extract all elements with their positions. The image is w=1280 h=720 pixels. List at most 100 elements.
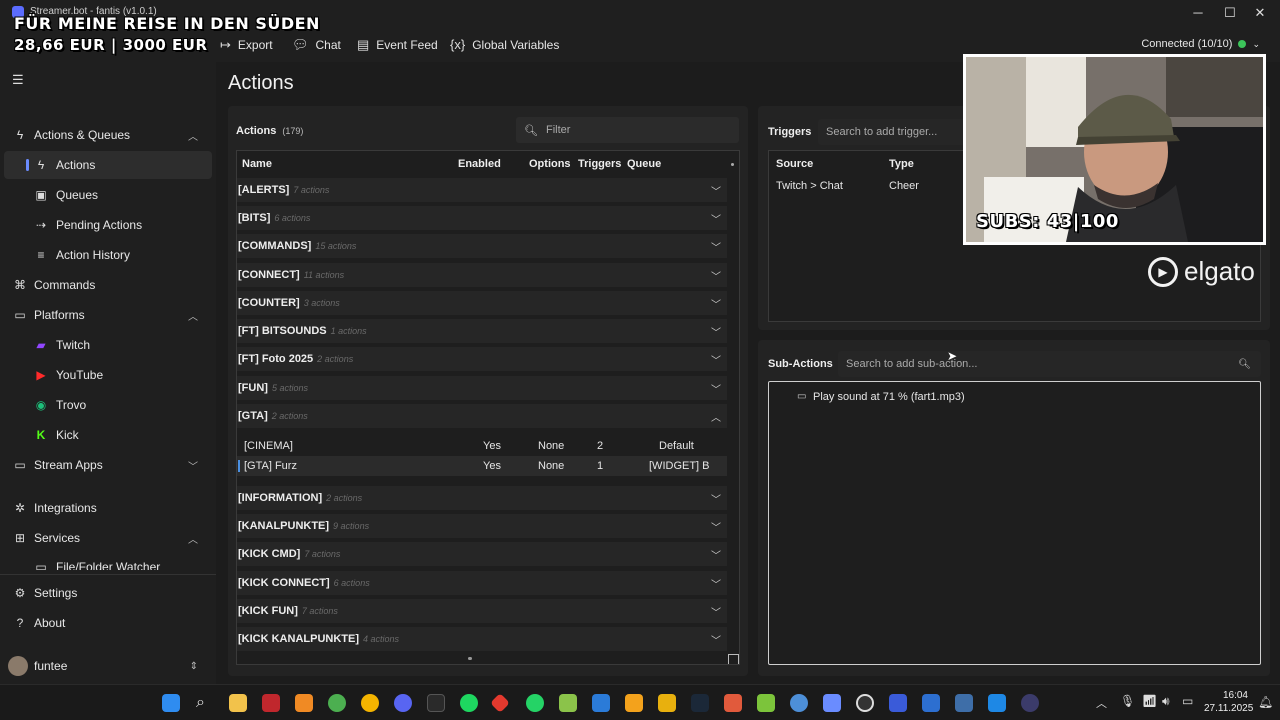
column-header-name[interactable]: Name xyxy=(242,158,272,170)
maximize-button[interactable]: ☐ xyxy=(1220,4,1240,22)
sidebar-item-trovo[interactable]: ◉ Trovo xyxy=(0,391,212,419)
vlc-icon[interactable] xyxy=(295,694,313,712)
app-a-icon[interactable] xyxy=(625,694,643,712)
action-group-row[interactable]: [FT] Foto 2025 2 actions ﹀ xyxy=(237,347,727,371)
column-header-source[interactable]: Source xyxy=(776,158,813,170)
app-drop-icon[interactable] xyxy=(790,694,808,712)
action-group-row[interactable]: [CONNECT] 11 actions ﹀ xyxy=(237,263,727,287)
whatsapp-icon[interactable] xyxy=(526,694,544,712)
column-header-triggers[interactable]: Triggers xyxy=(578,158,621,170)
action-group-row[interactable]: [COUNTER] 3 actions ﹀ xyxy=(237,291,727,315)
sidebar-item-pending-actions[interactable]: ⇢ Pending Actions xyxy=(0,211,212,239)
sidebar-item-kick[interactable]: K Kick xyxy=(0,421,212,449)
chevron-down-icon: ﹀ xyxy=(711,636,721,647)
column-header-enabled[interactable]: Enabled xyxy=(458,158,501,170)
sidebar-item-stream-apps[interactable]: ▭ Stream Apps ﹀ xyxy=(0,451,212,479)
table-row-selected[interactable]: [GTA] Furz Yes None 1 [WIDGET] B xyxy=(237,456,727,476)
group-count: 11 actions xyxy=(303,270,345,280)
filezilla-icon[interactable] xyxy=(262,694,280,712)
chat-button[interactable]: 💬︎ Chat xyxy=(292,37,341,53)
app-network-icon[interactable] xyxy=(823,694,841,712)
event-feed-button[interactable]: ▤ Event Feed xyxy=(357,37,438,53)
sidebar-item-file-folder-watcher[interactable]: ▭ File/Folder Watcher xyxy=(0,556,212,570)
column-header-queue[interactable]: Queue xyxy=(627,158,661,170)
action-options: None xyxy=(538,440,565,452)
minimize-button[interactable]: ─ xyxy=(1188,4,1208,22)
search-icon[interactable]: ⌕ xyxy=(196,694,214,712)
volume-icon[interactable]: 🔊︎ xyxy=(1162,694,1170,709)
export-button[interactable]: ↦ Export xyxy=(220,37,273,53)
obs-icon[interactable] xyxy=(856,694,874,712)
wifi-icon[interactable]: 📶︎ xyxy=(1142,694,1157,708)
action-group-row[interactable]: [KICK KANALPUNKTE] 4 actions ﹀ xyxy=(237,627,727,651)
clock[interactable]: 16:04 27.11.2025 xyxy=(1204,689,1253,715)
discord-icon[interactable] xyxy=(394,694,412,712)
sidebar-item-about[interactable]: ? About xyxy=(0,609,212,637)
action-group-row[interactable]: [COMMANDS] 15 actions ﹀ xyxy=(237,234,727,258)
action-group-row[interactable]: [KICK CONNECT] 6 actions ﹀ xyxy=(237,571,727,595)
sidebar-item-twitch[interactable]: ▰ Twitch xyxy=(0,331,212,359)
action-group-row[interactable]: [KANALPUNKTE] 9 actions ﹀ xyxy=(237,514,727,538)
app-diamond-icon[interactable] xyxy=(490,693,510,713)
action-group-row[interactable]: [BITS] 6 actions ﹀ xyxy=(237,206,727,230)
notepad-icon[interactable] xyxy=(559,694,577,712)
global-variables-button[interactable]: {x} Global Variables xyxy=(450,37,559,52)
scrollbar-handle-icon[interactable] xyxy=(731,163,734,166)
hamburger-menu-icon[interactable]: ☰ xyxy=(12,72,24,88)
sidebar-item-platforms[interactable]: ▭ Platforms ︿ xyxy=(0,301,212,329)
sidebar-item-commands[interactable]: ⌘ Commands xyxy=(0,271,212,299)
chrome-profile-icon[interactable] xyxy=(361,694,379,712)
app-x-icon[interactable] xyxy=(724,694,742,712)
vscode-icon[interactable] xyxy=(592,694,610,712)
app-audio-icon[interactable] xyxy=(955,694,973,712)
column-header-options[interactable]: Options xyxy=(529,158,571,170)
subaction-label: Play sound at 71 % (fart1.mp3) xyxy=(813,391,965,403)
filter-placeholder: Filter xyxy=(545,124,571,136)
microphone-icon[interactable]: 🎙︎ xyxy=(1120,694,1135,708)
steam-icon[interactable] xyxy=(691,694,709,712)
trigger-search-input[interactable]: Search to add trigger... xyxy=(818,119,966,145)
table-row[interactable]: [CINEMA] Yes None 2 Default xyxy=(237,436,727,456)
list-item[interactable]: ▭ Play sound at 71 % (fart1.mp3) xyxy=(769,387,1259,407)
resize-grip-icon[interactable] xyxy=(728,654,739,664)
app-cube-icon[interactable] xyxy=(757,694,775,712)
connection-status[interactable]: Connected (10/10) ⌄ xyxy=(1141,38,1260,50)
streamerbot-icon[interactable] xyxy=(889,694,907,712)
action-group-row[interactable]: [KICK CMD] 7 actions ﹀ xyxy=(237,542,727,566)
actions-filter-input[interactable]: 🔍︎ Filter xyxy=(516,117,739,143)
sidebar-item-action-history[interactable]: ≡ Action History xyxy=(0,241,212,269)
action-group-row-expanded[interactable]: [GTA] 2 actions ︿ xyxy=(237,404,727,428)
action-triggers: 1 xyxy=(597,460,604,472)
sidebar-item-actions[interactable]: ϟ Actions xyxy=(4,151,212,179)
spotify-icon[interactable] xyxy=(460,694,478,712)
subaction-search-input[interactable]: Search to add sub-action... 🔍︎ xyxy=(838,351,1261,377)
sidebar-item-queues[interactable]: ▣ Queues xyxy=(0,181,212,209)
tray-chevron-up-icon[interactable]: ︿ xyxy=(1096,695,1107,711)
sidebar-item-youtube[interactable]: ▶ YouTube xyxy=(0,361,212,389)
action-group-row[interactable]: [KICK FUN] 7 actions ﹀ xyxy=(237,599,727,623)
action-group-row[interactable]: [FUN] 5 actions ﹀ xyxy=(237,376,727,400)
page-title: Actions xyxy=(228,72,294,94)
sidebar-item-settings[interactable]: ⚙ Settings xyxy=(0,579,212,607)
column-header-type[interactable]: Type xyxy=(889,158,914,170)
sidebar-item-integrations[interactable]: ✲ Integrations xyxy=(0,494,212,522)
notification-bell-icon[interactable]: 🔔︎ xyxy=(1258,695,1273,709)
user-name: funtee xyxy=(34,659,68,673)
sidebar-item-actions-queues[interactable]: ϟ Actions & Queues ︿ xyxy=(0,121,212,149)
app-blue-icon[interactable] xyxy=(988,694,1006,712)
battery-icon[interactable]: ▭ xyxy=(1182,694,1193,708)
user-menu[interactable]: funtee ⇕ xyxy=(0,652,212,680)
rockstar-icon[interactable] xyxy=(658,694,676,712)
action-group-row[interactable]: [FT] BITSOUNDS 1 actions ﹀ xyxy=(237,319,727,343)
file-explorer-icon[interactable] xyxy=(229,694,247,712)
sidebar-item-services[interactable]: ⊞ Services ︿ xyxy=(0,524,212,552)
action-group-row[interactable]: [ALERTS] 7 actions ﹀ xyxy=(237,178,727,202)
chrome-icon[interactable] xyxy=(328,694,346,712)
action-group-row[interactable]: [INFORMATION] 2 actions ﹀ xyxy=(237,486,727,510)
close-button[interactable]: ✕ xyxy=(1250,4,1270,22)
horizontal-scrollbar[interactable] xyxy=(468,657,472,660)
epic-games-icon[interactable] xyxy=(427,694,445,712)
start-menu-icon[interactable] xyxy=(162,694,180,712)
app-grid-icon[interactable] xyxy=(922,694,940,712)
app-arrow-icon[interactable] xyxy=(1021,694,1039,712)
